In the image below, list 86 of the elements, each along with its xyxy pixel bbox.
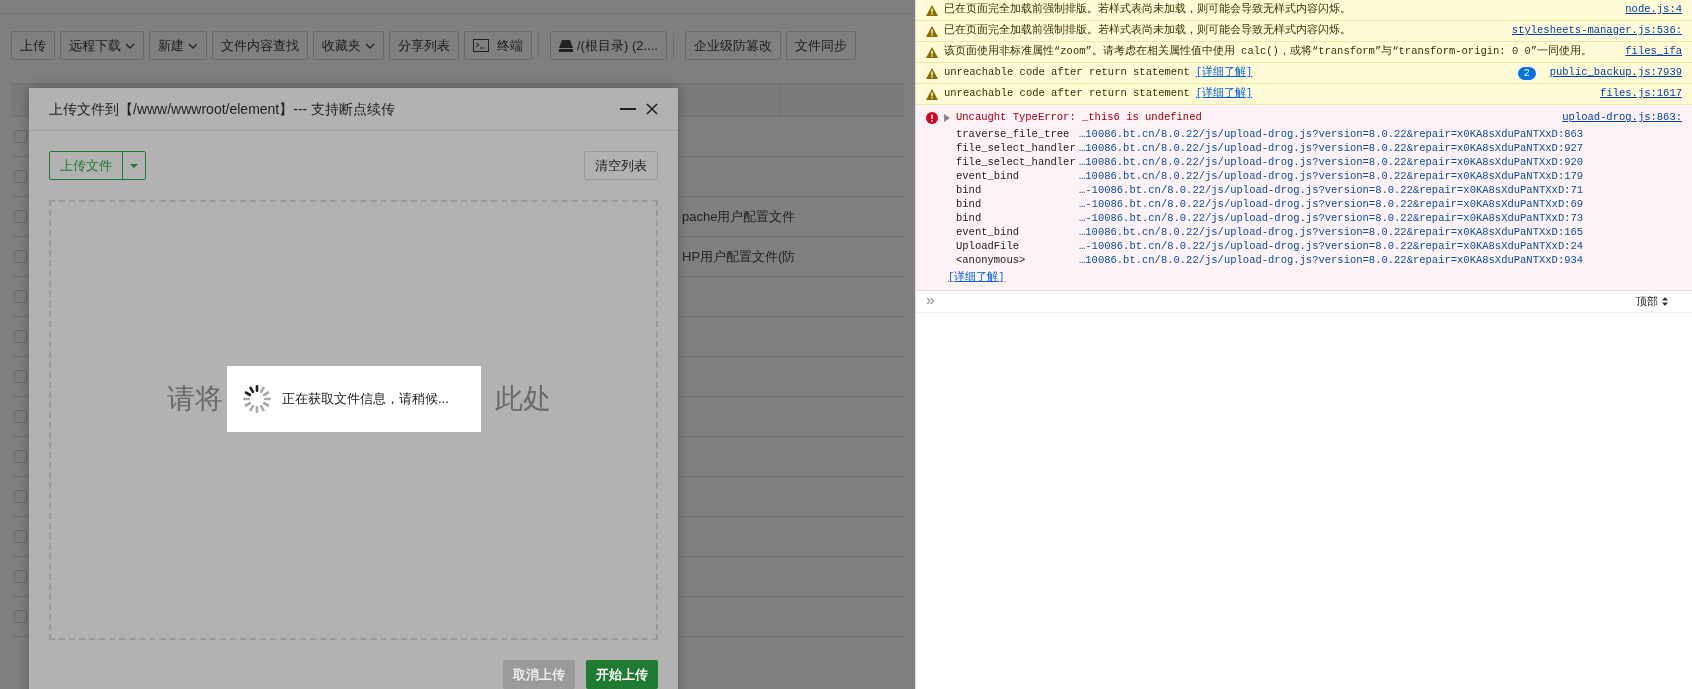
clear-list-button[interactable]: 清空列表 xyxy=(584,151,658,180)
source-link[interactable]: upload-drog.js:863: xyxy=(1562,110,1682,126)
warning-icon xyxy=(926,88,938,100)
prompt-icon: » xyxy=(926,293,935,309)
table-cell-text: pache用户配置文件 xyxy=(682,207,796,226)
stack-function: bind xyxy=(956,211,983,227)
chevron-down-icon xyxy=(188,42,198,49)
row-checkbox[interactable] xyxy=(14,410,27,423)
stack-url[interactable]: …-10086.bt.cn/8.0.22/js/upload-drog.js?version=8.0.22&repair=x0KA8sXduPaNTXxD:69 xyxy=(1079,197,1584,213)
repeat-count-badge: 2 xyxy=(1517,66,1536,80)
row-checkbox[interactable] xyxy=(14,330,27,343)
table-cell-text: HP用户配置文件(防 xyxy=(682,247,796,266)
stack-function: UploadFile xyxy=(956,239,1020,255)
stack-url[interactable]: …-10086.bt.cn/8.0.22/js/upload-drog.js?version=8.0.22&repair=x0KA8sXduPaNTXxD:73 xyxy=(1079,211,1584,227)
close-icon[interactable] xyxy=(646,103,658,115)
message-text: unreachable code after return statement xyxy=(944,86,1190,102)
row-checkbox[interactable] xyxy=(14,130,27,143)
toolbar-button[interactable]: 文件同步 xyxy=(785,31,856,60)
spinner-icon xyxy=(242,384,272,414)
stack-function: bind xyxy=(956,197,983,213)
toolbar-button[interactable]: 分享列表 xyxy=(389,31,459,60)
row-checkbox[interactable] xyxy=(14,490,27,503)
row-checkbox[interactable] xyxy=(14,570,27,583)
message-text: 已在页面完全加载前强制排版。若样式表尚未加载，则可能会导致无样式内容闪烁。 xyxy=(944,2,1351,18)
caret-icon[interactable] xyxy=(130,163,138,168)
loading-text: 正在获取文件信息，请稍候... xyxy=(282,390,449,409)
warning-icon xyxy=(926,4,938,16)
stack-function: file_select_handler xyxy=(956,155,1077,171)
row-checkbox[interactable] xyxy=(14,170,27,183)
toolbar-button[interactable]: 收藏夹 xyxy=(313,31,384,60)
stack-function: event_bind xyxy=(956,169,1020,185)
source-link[interactable]: stylesheets-manager.js:536: xyxy=(1511,23,1682,39)
row-checkbox[interactable] xyxy=(14,250,27,263)
stack-url[interactable]: …10086.bt.cn/8.0.22/js/upload-drog.js?version=8.0.22&repair=x0KA8sXduPaNTXxD:920 xyxy=(1079,155,1584,171)
learn-more-link[interactable]: [详细了解] xyxy=(948,271,1005,283)
chevron-down-icon xyxy=(365,42,375,49)
terminal-icon xyxy=(473,39,489,52)
stack-function: traverse_file_tree xyxy=(956,127,1071,143)
source-link[interactable]: node.js:4 xyxy=(1625,2,1682,18)
minimize-icon[interactable] xyxy=(620,108,636,110)
chevron-down-icon xyxy=(125,42,135,49)
row-checkbox[interactable] xyxy=(14,610,27,623)
row-checkbox[interactable] xyxy=(14,290,27,303)
warning-icon xyxy=(926,46,938,58)
row-checkbox[interactable] xyxy=(14,450,27,463)
stack-url[interactable]: …10086.bt.cn/8.0.22/js/upload-drog.js?version=8.0.22&repair=x0KA8sXduPaNTXxD:179 xyxy=(1079,169,1584,185)
context-selector[interactable]: 顶部 xyxy=(1636,293,1668,310)
learn-more-link[interactable]: [详细了解] xyxy=(1195,65,1253,81)
stack-url[interactable]: …10086.bt.cn/8.0.22/js/upload-drog.js?version=8.0.22&repair=x0KA8sXduPaNTXxD:863 xyxy=(1079,127,1584,143)
stack-url[interactable]: …-10086.bt.cn/8.0.22/js/upload-drog.js?version=8.0.22&repair=x0KA8sXduPaNTXxD:71 xyxy=(1079,183,1584,199)
message-text: 已在页面完全加载前强制排版。若样式表尚未加载，则可能会导致无样式内容闪烁。 xyxy=(944,23,1351,39)
toolbar-button[interactable]: 文件内容查找 xyxy=(212,31,308,60)
stack-url[interactable]: …10086.bt.cn/8.0.22/js/upload-drog.js?version=8.0.22&repair=x0KA8sXduPaNTXxD:934 xyxy=(1079,253,1584,269)
row-checkbox[interactable] xyxy=(14,370,27,383)
message-text: 该页面使用非标准属性“zoom”。请考虑在相关属性值中使用 calc()，或将“transform”与“transform-origin: 0 0”一同使用。 xyxy=(944,44,1593,60)
message-text: unreachable code after return statement xyxy=(944,65,1190,81)
stack-function: bind xyxy=(956,183,983,199)
toolbar-button[interactable]: /(根目录) (2.... xyxy=(550,31,667,60)
source-link[interactable]: public_backup.js:7939 xyxy=(1549,65,1682,81)
stack-url[interactable]: …10086.bt.cn/8.0.22/js/upload-drog.js?version=8.0.22&repair=x0KA8sXduPaNTXxD:927 xyxy=(1079,141,1584,157)
expand-triangle-icon[interactable] xyxy=(944,114,950,122)
dialog-title: 上传文件到【/www/wwwroot/element】--- 支持断点续传 xyxy=(49,99,397,119)
stack-url[interactable]: …-10086.bt.cn/8.0.22/js/upload-drog.js?version=8.0.22&repair=x0KA8sXduPaNTXxD:24 xyxy=(1079,239,1584,255)
sort-arrows-icon xyxy=(1662,296,1668,306)
source-link[interactable]: files_ifa xyxy=(1625,44,1682,60)
drop-hint-text: 请将 xyxy=(167,382,223,416)
source-link[interactable]: files.js:1617 xyxy=(1600,86,1682,102)
drive-icon xyxy=(559,39,573,52)
toolbar-button[interactable]: 企业级防篡改 xyxy=(684,31,781,60)
stack-function: <anonymous> xyxy=(956,253,1027,269)
error-icon xyxy=(926,112,938,124)
stack-function: file_select_handler xyxy=(956,141,1077,157)
message-text: Uncaught TypeError: _this6 is undefined xyxy=(956,110,1202,126)
learn-more-link[interactable]: [详细了解] xyxy=(1195,86,1253,102)
toolbar-button[interactable]: 上传 xyxy=(11,31,55,60)
start-upload-button[interactable]: 开始上传 xyxy=(586,660,658,689)
warning-icon xyxy=(926,25,938,37)
toolbar-button[interactable]: 新建 xyxy=(149,31,207,60)
stack-function: event_bind xyxy=(956,225,1020,241)
row-checkbox[interactable] xyxy=(14,210,27,223)
stack-url[interactable]: …10086.bt.cn/8.0.22/js/upload-drog.js?version=8.0.22&repair=x0KA8sXduPaNTXxD:165 xyxy=(1079,225,1584,241)
warning-icon xyxy=(926,67,938,79)
toolbar-button[interactable]: 远程下载 xyxy=(60,31,144,60)
drop-hint-text: 此处 xyxy=(495,382,551,416)
row-checkbox[interactable] xyxy=(14,530,27,543)
toolbar-button[interactable]: 终端 xyxy=(464,31,532,60)
